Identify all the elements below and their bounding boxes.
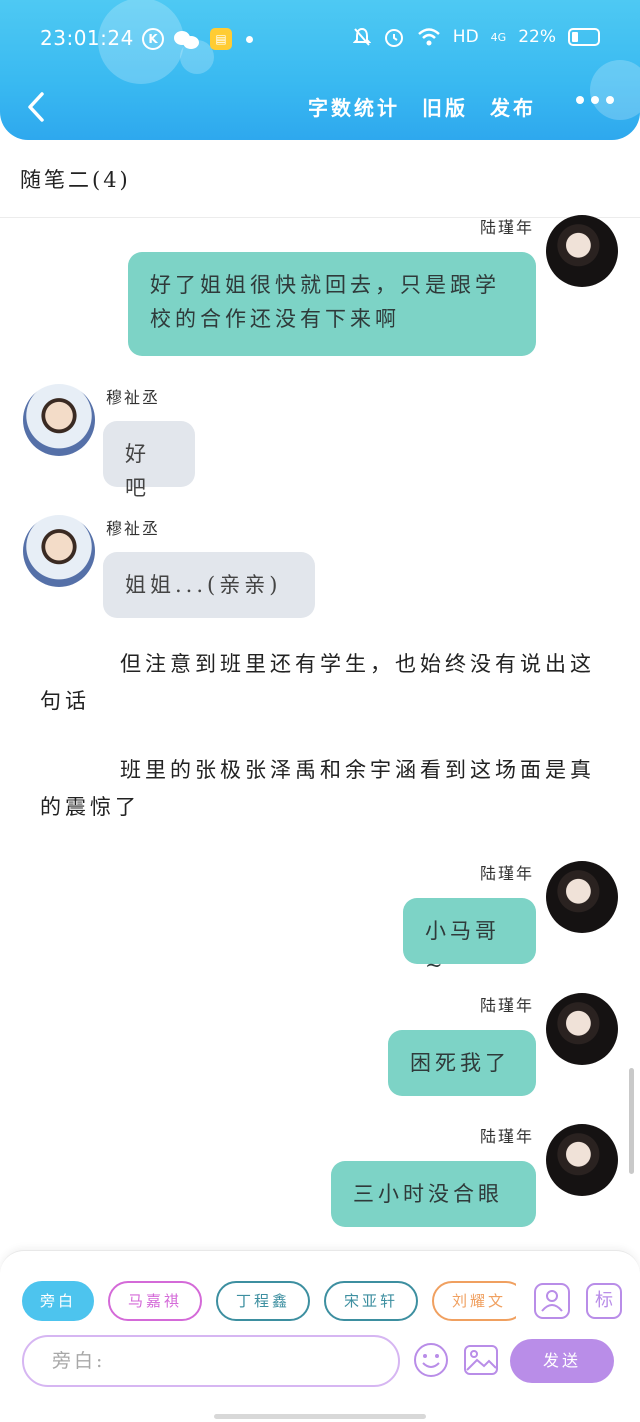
emoji-icon[interactable] <box>412 1341 450 1379</box>
chat-bubble[interactable]: 三小时没合眼 <box>331 1161 536 1227</box>
system-indicators: HD 4G 22% <box>352 26 600 48</box>
reader-app-icon: ▤ <box>210 28 232 50</box>
sender-name: 穆祉丞 <box>106 388 161 407</box>
avatar[interactable] <box>23 384 95 456</box>
chat-bubble[interactable]: 好吧 <box>103 421 195 500</box>
character-chip[interactable]: 刘耀文 <box>432 1281 516 1321</box>
chat-bubble[interactable]: 姐姐...(亲亲) <box>103 552 315 618</box>
battery-icon <box>568 28 600 46</box>
sender-name: 陆瑾年 <box>479 864 534 883</box>
character-chip[interactable]: 丁程鑫 <box>216 1281 311 1321</box>
sender-name: 陆瑾年 <box>479 996 534 1015</box>
character-chip-narration[interactable]: 旁白 <box>22 1281 94 1321</box>
composer-panel: 旁白 马嘉祺 丁程鑫 宋亚轩 刘耀文 标 发送 <box>0 1250 640 1422</box>
character-selector: 旁白 马嘉祺 丁程鑫 宋亚轩 刘耀文 <box>22 1281 516 1321</box>
wifi-icon <box>417 28 440 46</box>
status-time: 23:01:24 <box>40 26 134 50</box>
sender-name: 陆瑾年 <box>479 1127 534 1146</box>
mute-bell-icon <box>352 27 371 46</box>
sender-name: 陆瑾年 <box>479 218 534 237</box>
nav-actions: 字数统计 旧版 发布 <box>308 92 536 121</box>
image-icon[interactable] <box>462 1341 500 1379</box>
message-input[interactable] <box>22 1335 400 1387</box>
more-options-icon[interactable] <box>576 96 614 104</box>
notification-icons: K ▤ <box>142 28 253 50</box>
network-type: HD <box>452 27 479 47</box>
avatar[interactable] <box>546 861 618 933</box>
more-notifications-dot <box>246 35 253 43</box>
home-indicator[interactable] <box>214 1414 426 1419</box>
tag-button[interactable]: 标 <box>586 1283 622 1319</box>
narration-text[interactable]: 班里的张极张泽禹和余宇涵看到这场面是真的震惊了 <box>40 752 602 826</box>
nav-bar: 字数统计 旧版 发布 <box>0 84 640 128</box>
k-app-icon: K <box>142 28 164 50</box>
avatar[interactable] <box>23 515 95 587</box>
signal-type: 4G <box>490 30 507 44</box>
chat-bubble[interactable]: 好了姐姐很快就回去，只是跟学校的合作还没有下来啊 <box>128 252 536 356</box>
sender-name: 穆祉丞 <box>106 519 161 538</box>
character-chip[interactable]: 马嘉祺 <box>108 1281 203 1321</box>
scrollbar[interactable] <box>629 1068 634 1174</box>
divider <box>0 217 640 218</box>
document-title[interactable]: 随笔二(4) <box>20 164 131 194</box>
app-header: 23:01:24 K ▤ HD 4G 22% 字数统计 旧版 发布 <box>0 0 640 140</box>
chat-bubble[interactable]: 小马哥~ <box>403 898 536 977</box>
tag-label: 标 <box>595 1290 613 1311</box>
status-bar: 23:01:24 K ▤ HD 4G 22% <box>0 22 640 58</box>
avatar[interactable] <box>546 1124 618 1196</box>
back-arrow-icon[interactable] <box>22 90 52 124</box>
character-chip[interactable]: 宋亚轩 <box>324 1281 419 1321</box>
battery-percent: 22% <box>518 27 556 47</box>
narration-text[interactable]: 但注意到班里还有学生，也始终没有说出这句话 <box>40 646 602 720</box>
word-count-button[interactable]: 字数统计 <box>308 92 400 121</box>
alarm-clock-icon <box>384 29 403 47</box>
chat-bubble[interactable]: 困死我了 <box>388 1030 536 1096</box>
publish-button[interactable]: 发布 <box>490 92 536 121</box>
avatar[interactable] <box>546 215 618 287</box>
old-version-button[interactable]: 旧版 <box>422 92 468 121</box>
send-button[interactable]: 发送 <box>510 1339 614 1383</box>
wechat-icon <box>174 28 200 50</box>
add-character-icon[interactable] <box>534 1283 570 1319</box>
avatar[interactable] <box>546 993 618 1065</box>
